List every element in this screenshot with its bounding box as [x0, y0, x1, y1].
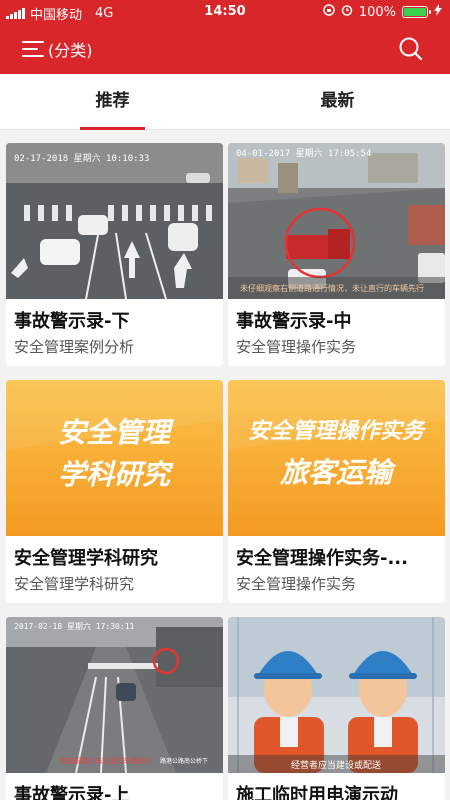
cover-title-line2: 学科研究 [58, 458, 174, 491]
charging-icon [434, 4, 442, 20]
course-title: 安全管理学科研究 [14, 548, 158, 569]
search-button[interactable] [398, 36, 424, 62]
course-title: 施工临时用电演示动 [236, 785, 398, 800]
thumbnail-timestamp: 04-01-2017 星期六 17:05:54 [236, 147, 371, 159]
status-bar: 中国移动 4G 14:50 100% [0, 0, 450, 24]
tab-label: 推荐 [95, 91, 130, 111]
top-bar: 中国移动 4G 14:50 100% (分类) [0, 0, 450, 74]
thumbnail-caption-location: 路港公路南公桥下 [160, 757, 208, 765]
tab-bar: 推荐 最新 [0, 74, 450, 130]
thumbnail-caption: 经营者应当建设或配送 [291, 759, 381, 771]
thumbnail-caption: 未仔细观察右侧道路通行情况，未让直行的车辆先行 [240, 283, 424, 293]
course-subtitle: 安全管理操作实务 [236, 338, 357, 356]
cover-title-line1: 安全管理操作实务 [248, 418, 427, 444]
course-card[interactable]: 04-01-2017 星期六 17:05:54 未仔细观察右侧道路通行情况，未让… [228, 143, 445, 366]
course-thumbnail: 安全管理操作实务 旅客运输 [228, 380, 445, 536]
course-title: 事故警示录-中 [236, 311, 352, 332]
battery-icon [402, 6, 431, 18]
course-title: 事故警示录-上 [14, 785, 130, 800]
app-header: (分类) [0, 24, 450, 74]
alarm-icon [341, 4, 353, 20]
category-menu-button[interactable]: (分类) [22, 36, 93, 62]
course-card[interactable]: 安全管理操作实务 旅客运输 安全管理操作实务-... 安全管理操作实务 [228, 380, 445, 603]
tab-recommended[interactable]: 推荐 [0, 74, 225, 130]
course-thumbnail: 02-17-2018 星期六 10:10:33 [6, 143, 223, 299]
battery-percent: 100% [358, 4, 396, 20]
tab-latest[interactable]: 最新 [225, 74, 450, 130]
course-card[interactable]: 02-17-2018 星期六 10:10:33 事故警示录-下 安全管理案例分析 [6, 143, 223, 366]
course-card[interactable]: 安全管理 学科研究 安全管理学科研究 安全管理学科研究 [6, 380, 223, 603]
course-title: 事故警示录-下 [14, 311, 130, 332]
course-subtitle: 安全管理案例分析 [14, 338, 135, 356]
thumbnail-caption: 在前部路口未让直行车辆先行 [61, 756, 152, 765]
course-thumbnail: 04-01-2017 星期六 17:05:54 未仔细观察右侧道路通行情况，未让… [228, 143, 445, 299]
lock-rotation-icon [323, 4, 335, 20]
course-subtitle: 安全管理学科研究 [14, 575, 135, 593]
course-card[interactable]: 经营者应当建设或配送 施工临时用电演示动 [228, 617, 445, 800]
course-thumbnail: 经营者应当建设或配送 [228, 617, 445, 773]
course-subtitle: 安全管理操作实务 [236, 575, 357, 593]
course-grid: 02-17-2018 星期六 10:10:33 事故警示录-下 安全管理案例分析 [0, 130, 450, 800]
course-thumbnail: 2017-02-18 星期六 17:30:11 在前部路口未让直行车辆先行 路港… [6, 617, 223, 773]
cover-title-line2: 旅客运输 [279, 456, 397, 489]
course-card[interactable]: 2017-02-18 星期六 17:30:11 在前部路口未让直行车辆先行 路港… [6, 617, 223, 800]
search-icon [399, 37, 423, 61]
tab-label: 最新 [320, 91, 355, 111]
thumbnail-timestamp: 02-17-2018 星期六 10:10:33 [14, 152, 149, 164]
category-label: (分类) [48, 41, 93, 60]
course-title: 安全管理操作实务-... [236, 548, 408, 569]
thumbnail-timestamp: 2017-02-18 星期六 17:30:11 [14, 621, 135, 631]
menu-icon [22, 40, 44, 58]
course-thumbnail: 安全管理 学科研究 [6, 380, 223, 536]
cover-title-line1: 安全管理 [58, 416, 174, 449]
